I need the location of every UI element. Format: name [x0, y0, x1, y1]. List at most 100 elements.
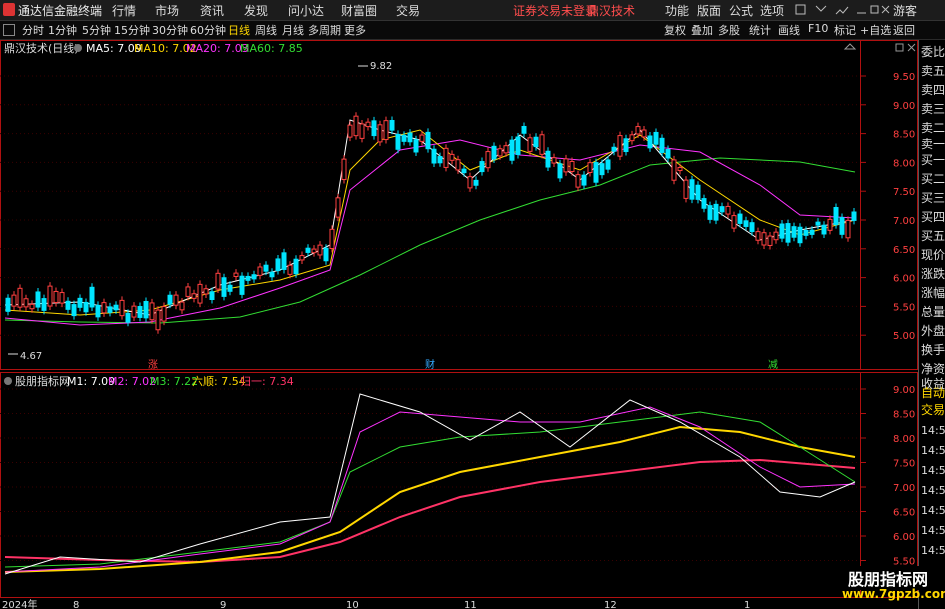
- candle-body: [605, 159, 611, 170]
- period-weekly[interactable]: 周线: [255, 22, 277, 38]
- back-button[interactable]: 返回: [893, 22, 915, 38]
- candle-body: [767, 235, 773, 246]
- candle-body: [305, 247, 311, 253]
- candle-body: [41, 298, 47, 311]
- candle-body: [845, 219, 851, 239]
- side-label: 卖三: [921, 102, 945, 116]
- candle-body: [395, 133, 401, 150]
- time-label-year: 2024年: [2, 598, 37, 609]
- candle-body: [743, 220, 749, 227]
- candle-body: [47, 285, 53, 307]
- toolbar-menu-icon[interactable]: [3, 24, 15, 36]
- indicator-chart[interactable]: 9.008.508.007.507.006.506.005.50 股朋指标网 M…: [0, 372, 918, 598]
- app-title: 通达信金融终端: [18, 4, 103, 18]
- candle-body: [497, 148, 503, 157]
- candle-body: [449, 153, 455, 161]
- candle-body: [113, 304, 119, 311]
- statistics-button[interactable]: 统计: [749, 22, 771, 38]
- period-daily[interactable]: 日线: [228, 22, 250, 38]
- close-icon[interactable]: [881, 5, 890, 14]
- menu-formula[interactable]: 公式: [729, 2, 753, 19]
- menu-wealth[interactable]: 财富圈: [341, 2, 377, 19]
- skin-icon[interactable]: [795, 4, 806, 15]
- candle-body: [143, 300, 149, 319]
- candle-body: [665, 148, 671, 159]
- chevron-down-icon[interactable]: [815, 5, 827, 12]
- period-60min[interactable]: 60分钟: [190, 22, 226, 38]
- multi-stock-button[interactable]: 多股: [718, 22, 740, 38]
- candle-body: [299, 255, 305, 261]
- side-label: 买一: [921, 153, 945, 167]
- period-intraday[interactable]: 分时: [22, 22, 44, 38]
- f10-button[interactable]: F10: [808, 22, 828, 35]
- tab-trade[interactable]: 交易: [921, 404, 945, 417]
- side-label: 卖二: [921, 121, 945, 135]
- period-monthly[interactable]: 月线: [282, 22, 304, 38]
- period-more[interactable]: 更多: [344, 22, 366, 38]
- side-label: 涨跌: [921, 267, 945, 281]
- candle-body: [641, 129, 647, 138]
- candle-body: [509, 139, 515, 161]
- maximize-icon[interactable]: [870, 5, 879, 14]
- period-30min[interactable]: 30分钟: [152, 22, 188, 38]
- menu-layout[interactable]: 版面: [697, 2, 721, 19]
- indicator-tick-label: 6.50: [893, 508, 915, 519]
- menu-options[interactable]: 选项: [760, 2, 784, 19]
- overlay-button[interactable]: 叠加: [691, 22, 713, 38]
- time-label-nov: 11: [464, 600, 477, 609]
- candle-body: [425, 131, 431, 150]
- mark-button[interactable]: 标记: [834, 22, 856, 38]
- candle-body: [563, 158, 569, 173]
- user-guest[interactable]: 游客: [893, 2, 917, 19]
- candle-body: [389, 120, 395, 131]
- add-watchlist-button[interactable]: +自选: [860, 22, 891, 38]
- candle-body: [629, 134, 635, 142]
- trend-icon[interactable]: [835, 6, 849, 15]
- price-tick-label: 6.00: [893, 274, 915, 285]
- candle-body: [635, 126, 641, 135]
- menu-quotes[interactable]: 行情: [112, 2, 136, 19]
- indicator-tick-label: 7.00: [893, 483, 915, 494]
- candle-body: [545, 150, 551, 168]
- price-tick-label: 5.50: [893, 302, 915, 313]
- marker-finance[interactable]: 财: [425, 358, 435, 370]
- draw-line-button[interactable]: 画线: [778, 22, 800, 38]
- period-5min[interactable]: 5分钟: [82, 22, 111, 38]
- menu-ask[interactable]: 问小达: [288, 2, 324, 19]
- liushun-label: 六顺: 7.54: [192, 375, 246, 388]
- period-1min[interactable]: 1分钟: [48, 22, 77, 38]
- candle-body: [29, 303, 35, 310]
- candle-body: [179, 301, 185, 311]
- candle-body: [311, 248, 317, 254]
- candle-body: [797, 226, 803, 244]
- indicator-name: 股朋指标网: [15, 374, 70, 388]
- indicator-settings-icon[interactable]: [4, 377, 12, 385]
- indicator-tick-label: 9.00: [893, 385, 915, 396]
- marker-limit-up[interactable]: 涨: [148, 359, 158, 370]
- kline-chart[interactable]: 9.50 9.00 8.50 8.00 7.50 7.00 6.50 6.00 5.50 5.00…: [0, 40, 918, 370]
- chart-settings-icon[interactable]: [74, 44, 82, 52]
- adjust-button[interactable]: 复权: [664, 22, 686, 38]
- candle-body: [473, 179, 479, 186]
- candle-body: [167, 294, 173, 305]
- menu-function[interactable]: 功能: [665, 2, 689, 19]
- side-label: 买二: [921, 172, 945, 186]
- app-logo-icon: [3, 3, 15, 16]
- candle-body: [65, 300, 71, 310]
- candle-body: [227, 284, 233, 292]
- marker-reduce[interactable]: 减: [768, 359, 778, 370]
- tab-auto[interactable]: 自动: [921, 387, 945, 400]
- menu-discover[interactable]: 发现: [244, 2, 268, 19]
- candle-body: [653, 131, 659, 145]
- period-15min[interactable]: 15分钟: [114, 22, 150, 38]
- period-multi[interactable]: 多周期: [308, 22, 341, 38]
- candle-body: [221, 277, 227, 297]
- ma60-label: MA60: 7.85: [240, 42, 303, 55]
- menu-market[interactable]: 市场: [155, 2, 179, 19]
- candle-body: [419, 134, 425, 142]
- candle-body: [491, 145, 497, 160]
- candle-body: [791, 226, 797, 238]
- menu-trade[interactable]: 交易: [396, 2, 420, 19]
- menu-news[interactable]: 资讯: [200, 2, 224, 19]
- trade-login-status[interactable]: 证券交易未登录: [513, 2, 597, 19]
